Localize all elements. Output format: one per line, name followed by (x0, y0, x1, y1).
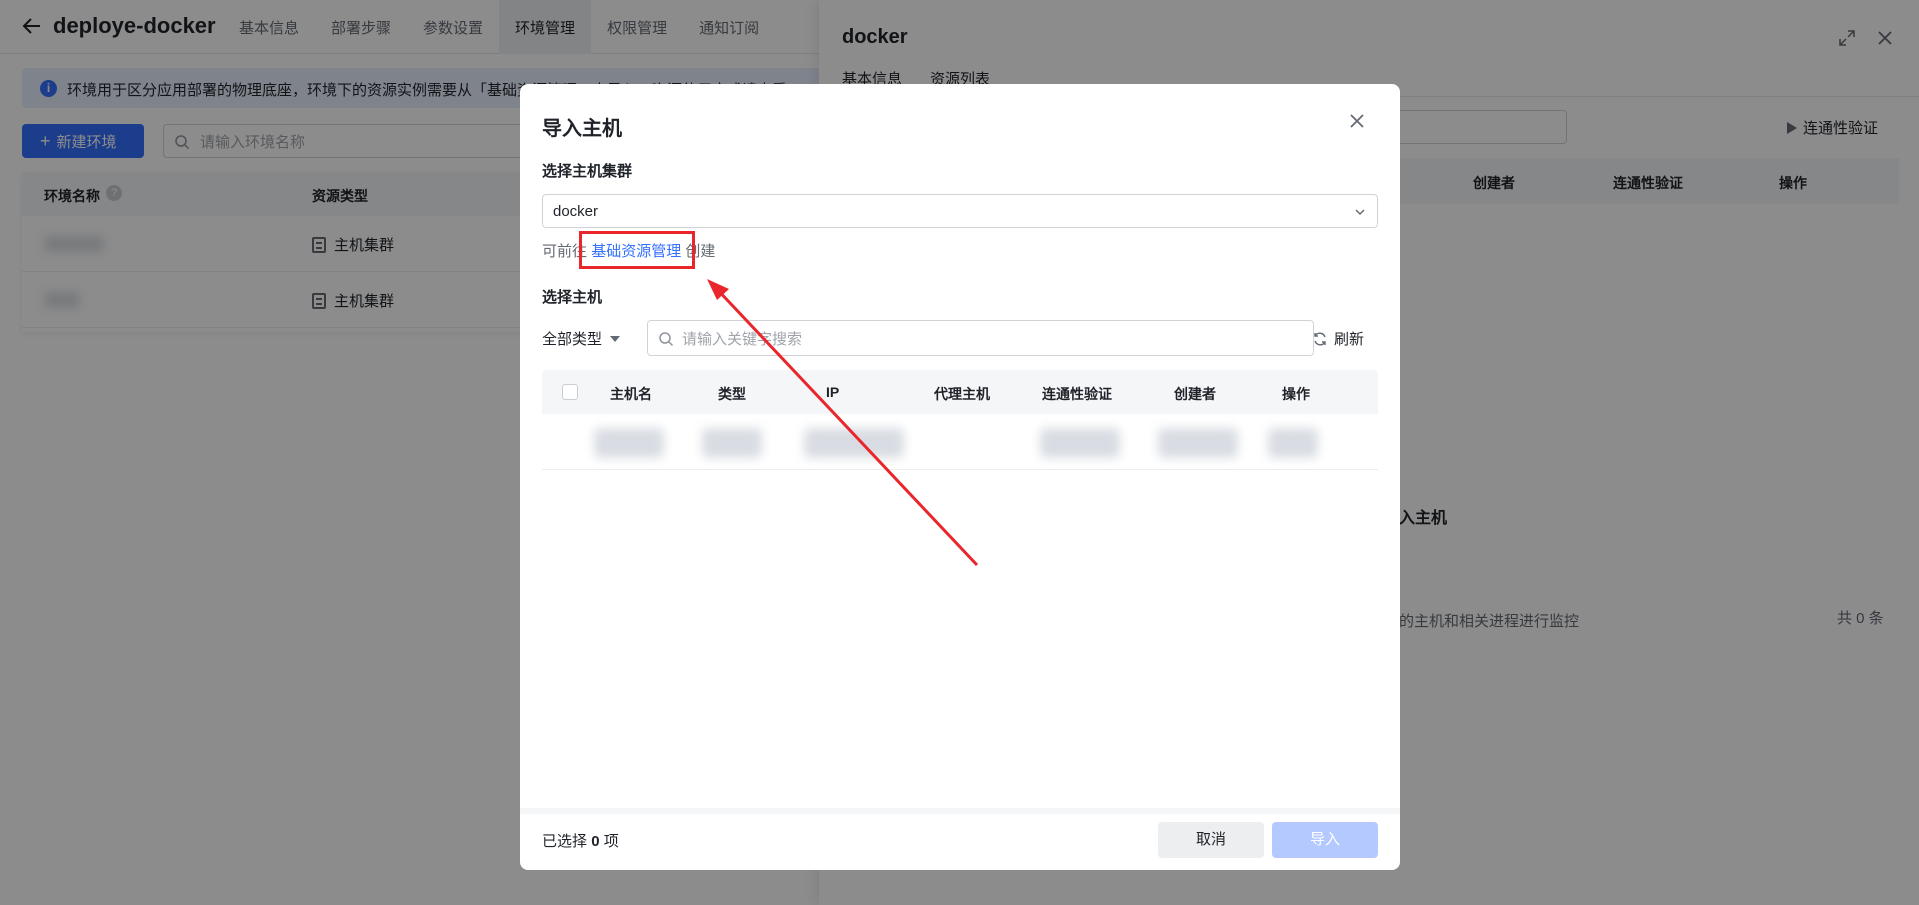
import-host-modal: 导入主机 选择主机集群 docker 可前往 基础资源管理 创建 选择主机 全部… (520, 84, 1400, 870)
host-search-input[interactable] (682, 328, 1082, 350)
host-section-label: 选择主机 (542, 289, 603, 306)
selected-suffix: 项 (603, 833, 619, 850)
modal-title: 导入主机 (542, 118, 622, 140)
redacted-actions (1268, 428, 1318, 458)
host-search[interactable] (647, 320, 1314, 356)
column-connectivity: 连通性验证 (1042, 386, 1112, 402)
refresh-label: 刷新 (1334, 331, 1365, 348)
selected-number: 0 (591, 833, 600, 850)
column-actions: 操作 (1282, 386, 1310, 402)
cancel-button[interactable]: 取消 (1158, 822, 1264, 858)
selected-count: 已选择 0 项 (542, 830, 619, 851)
annotation-highlight-box (579, 231, 695, 269)
column-type: 类型 (718, 386, 746, 402)
redacted-ip (804, 428, 904, 458)
cluster-select[interactable]: docker (542, 194, 1378, 228)
chevron-down-icon (1355, 209, 1365, 216)
redacted-creator (1158, 428, 1238, 458)
column-hostname: 主机名 (610, 386, 652, 402)
footer-divider (520, 808, 1400, 814)
selected-prefix: 已选择 (542, 833, 588, 850)
type-filter-dropdown[interactable]: 全部类型 (542, 328, 621, 349)
table-row (542, 414, 1378, 470)
refresh-icon (1314, 332, 1326, 345)
host-table-header: 主机名 类型 IP 代理主机 连通性验证 创建者 操作 (542, 370, 1378, 414)
redacted-connectivity (1040, 428, 1120, 458)
caret-down-icon (610, 335, 621, 342)
redacted-type (702, 428, 762, 458)
column-creator: 创建者 (1174, 386, 1216, 402)
column-proxy-host: 代理主机 (934, 386, 990, 402)
column-ip: IP (826, 384, 840, 400)
cluster-select-value: docker (553, 203, 599, 220)
search-icon (659, 332, 674, 347)
close-icon[interactable] (1346, 110, 1368, 132)
redacted-hostname (594, 428, 664, 458)
type-filter-label: 全部类型 (542, 331, 603, 348)
select-all-checkbox[interactable] (562, 384, 578, 400)
import-button[interactable]: 导入 (1272, 822, 1378, 858)
refresh-button[interactable]: 刷新 (1312, 328, 1364, 349)
cluster-section-label: 选择主机集群 (542, 163, 633, 180)
